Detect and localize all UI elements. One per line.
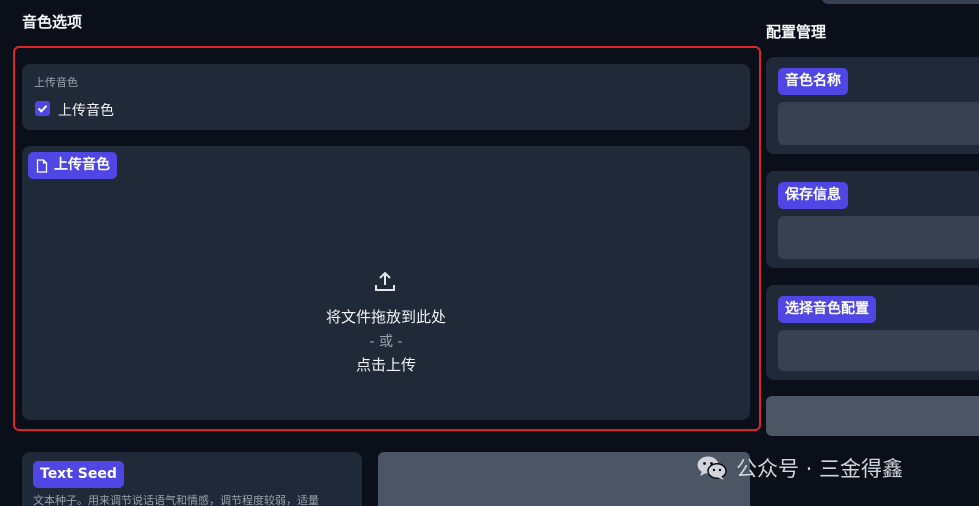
file-upload-label: 上传音色 <box>28 152 117 179</box>
upload-icon <box>375 271 395 291</box>
or-text: - 或 - <box>369 334 403 350</box>
upload-voice-checkbox-label[interactable]: 上传音色 <box>58 100 114 120</box>
voice-name-input[interactable] <box>778 102 979 145</box>
select-voice-config-label: 选择音色配置 <box>778 296 876 323</box>
top-right-field[interactable] <box>822 0 979 4</box>
upload-voice-checkbox[interactable] <box>35 101 50 116</box>
watermark: 公众号 · 三金得鑫 <box>696 452 903 484</box>
file-upload-label-text: 上传音色 <box>54 157 110 173</box>
select-voice-config-dropdown[interactable] <box>778 330 979 371</box>
save-info-input[interactable] <box>778 216 979 259</box>
config-management-title: 配置管理 <box>766 23 827 41</box>
text-seed-label: Text Seed <box>33 461 124 488</box>
voice-options-title: 音色选项 <box>22 13 83 31</box>
click-upload-text[interactable]: 点击上传 <box>22 354 750 375</box>
drop-text: 将文件拖放到此处 <box>325 308 446 326</box>
text-seed-group: Text Seed 文本种子。用来调节说话语气和情感，调节程度较弱，适量 <box>22 452 362 506</box>
right-action-button[interactable] <box>766 396 979 436</box>
checkbox-caption: 上传音色 <box>34 76 78 89</box>
voice-name-label: 音色名称 <box>778 68 848 95</box>
wechat-icon <box>697 456 727 480</box>
text-seed-input[interactable] <box>378 452 750 506</box>
file-icon <box>36 159 48 173</box>
upload-voice-checkbox-group: 上传音色 上传音色 <box>22 64 750 130</box>
voice-name-group: 音色名称 <box>766 57 979 154</box>
watermark-text: 公众号 · 三金得鑫 <box>736 457 904 481</box>
check-icon <box>37 105 48 113</box>
save-info-group: 保存信息 <box>766 171 979 268</box>
file-upload-dropzone[interactable]: 上传音色 将文件拖放到此处 - 或 - 点击上传 <box>22 146 750 420</box>
text-seed-description: 文本种子。用来调节说话语气和情感，调节程度较弱，适量 <box>33 494 319 506</box>
select-voice-config-group: 选择音色配置 <box>766 285 979 380</box>
save-info-label: 保存信息 <box>778 182 848 209</box>
